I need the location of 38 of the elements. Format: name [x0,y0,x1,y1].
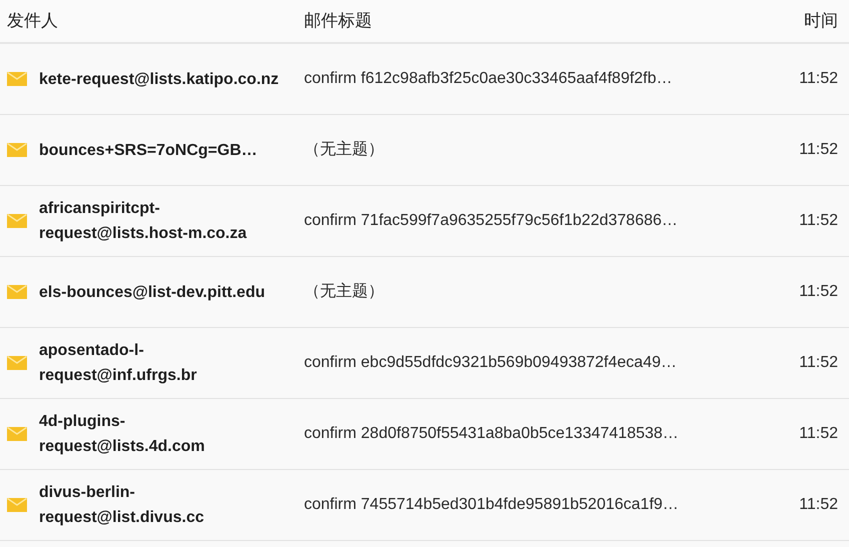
email-subject: confirm 71fac599f7a9635255f79c56f1b22d378686… [303,211,679,231]
email-time: 11:52 [799,282,839,302]
sender-address: divus-berlin-request@list.divus.cc [39,483,205,528]
email-time: 11:52 [799,424,839,444]
envelope-icon [7,498,27,512]
email-row[interactable]: 4d-plugins-request@lists.4d.com confirm 28d0f8750f55431a8ba0b5ce13347418538… 11:52 [0,399,849,470]
sender-address: kete-request@lists.katipo.co.nz [39,70,280,90]
email-subject: confirm 7455714b5ed301b4fde95891b52016ca1f9… [303,495,680,515]
column-header: 时间 [804,10,839,32]
sender-address: bounces+SRS=7oNCg=GB… [39,140,258,160]
email-row[interactable]: kete-request@lists.katipo.co.nz confirm f612c98afb3f25c0ae30c33465aaf4f89f2fb… 11:52 [0,44,849,115]
sender-address: 4d-plugins-request@lists.4d.com [39,412,206,457]
email-time: 11:52 [799,69,839,89]
email-subject: （无主题） [303,282,385,302]
email-subject: confirm ebc9d55dfdc9321b569b09493872f4eca49… [303,353,678,373]
email-row[interactable]: aposentado-l-request@inf.ufrgs.br confirm ebc9d55dfdc9321b569b09493872f4eca49… 11:52 [0,328,849,399]
column-header: 发件人 [6,10,59,32]
envelope-icon [7,356,27,370]
column-header: 邮件标题 [303,10,373,32]
email-time: 11:52 [799,495,839,515]
email-time: 11:52 [799,140,839,160]
envelope-icon [7,285,27,299]
sender-address: aposentado-l-request@inf.ufrgs.br [39,341,198,386]
email-time: 11:52 [799,211,839,231]
envelope-icon [7,214,27,228]
email-row[interactable]: divus-berlin-request@list.divus.cc confirm 7455714b5ed301b4fde95891b52016ca1f9… 11:52 [0,470,849,541]
envelope-icon [7,427,27,441]
email-subject: confirm 28d0f8750f55431a8ba0b5ce13347418538… [303,424,680,444]
envelope-icon [7,72,27,86]
sender-address: els-bounces@list-dev.pitt.edu [39,282,266,302]
email-subject: confirm f612c98afb3f25c0ae30c33465aaf4f89f2fb… [303,69,674,89]
email-row[interactable]: bounces+SRS=7oNCg=GB… （无主题） 11:52 [0,115,849,186]
email-row[interactable]: els-bounces@list-dev.pitt.edu （无主题） 11:52 [0,257,849,328]
email-time: 11:52 [799,353,839,373]
email-row[interactable]: africanspiritcpt-request@lists.host-m.co.za confirm 71fac599f7a9635255f79c56f1b22d378686… 11:52 [0,186,849,257]
email-subject: （无主题） [303,140,385,160]
envelope-icon [7,143,27,157]
sender-address: africanspiritcpt-request@lists.host-m.co.za [39,199,248,244]
